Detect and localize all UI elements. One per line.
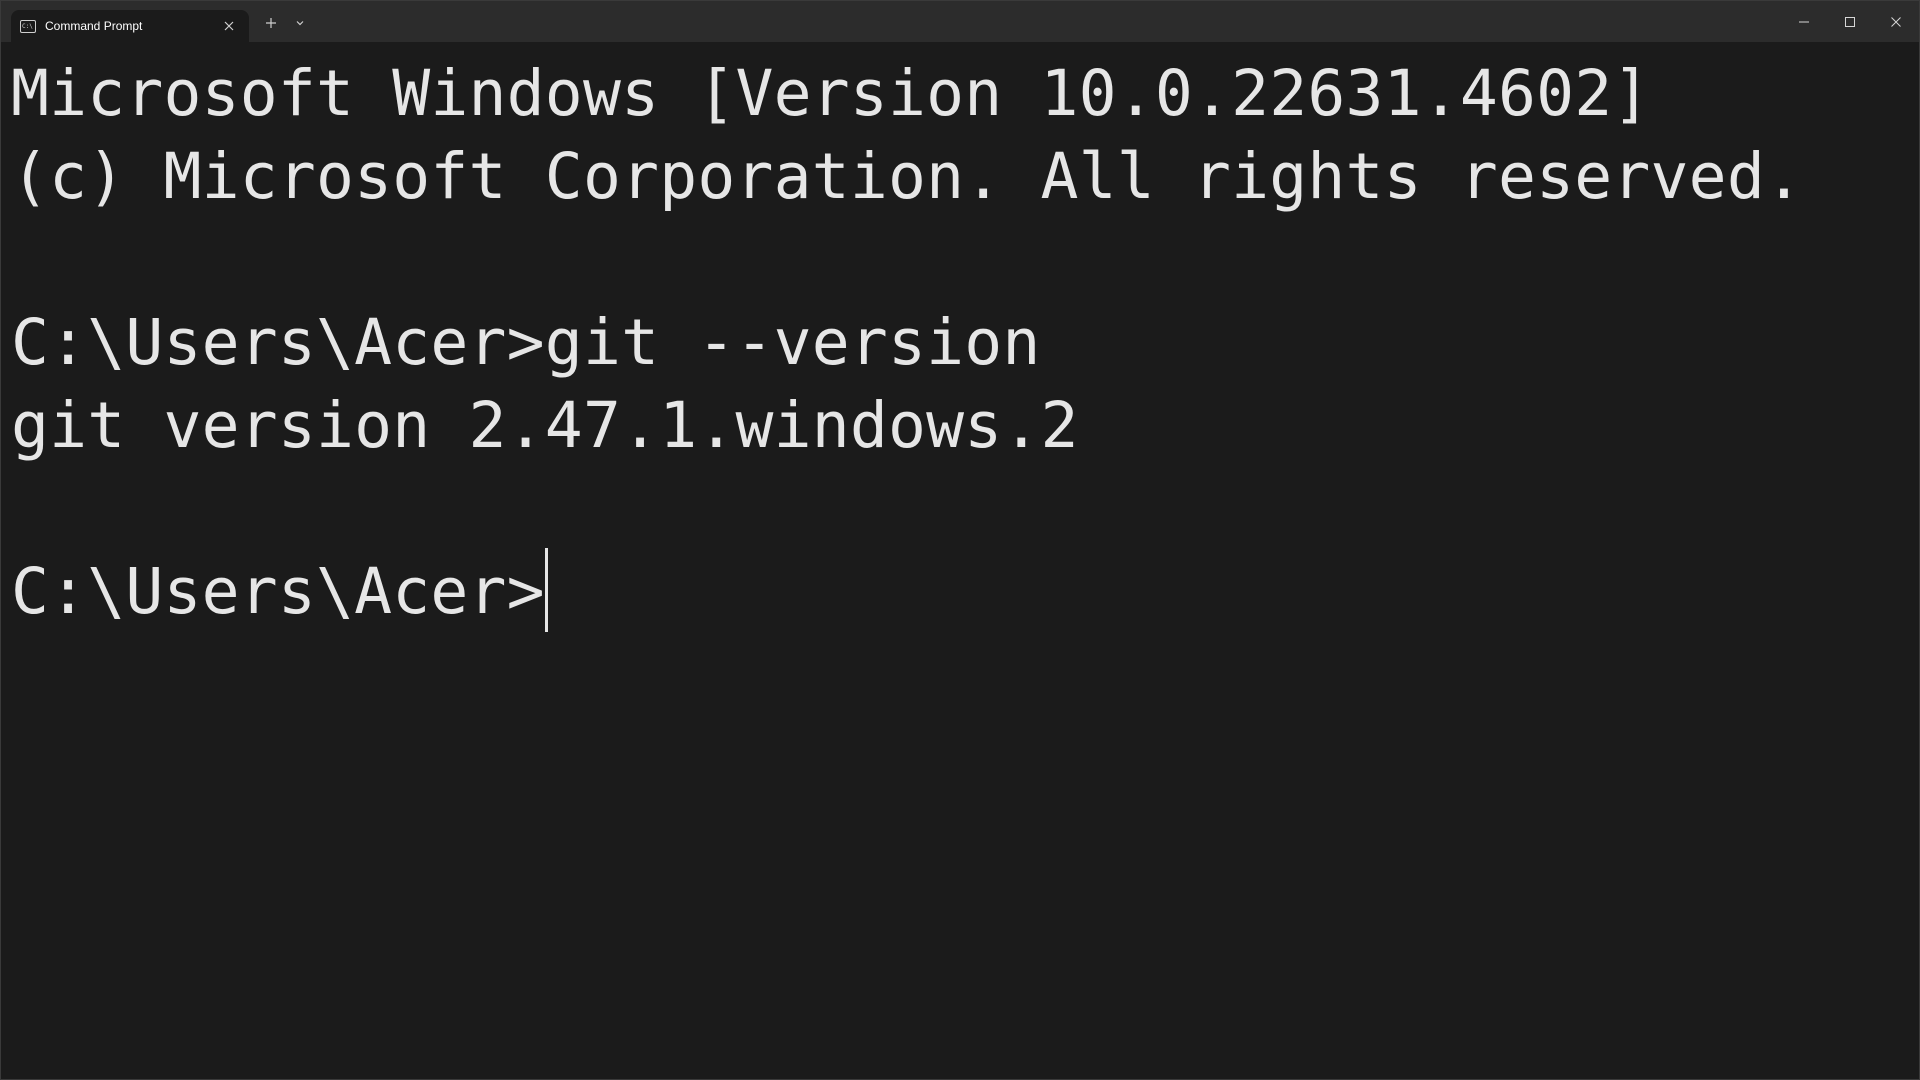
tab-command-prompt[interactable]: C:\ Command Prompt: [11, 10, 249, 42]
close-icon[interactable]: [1873, 1, 1919, 42]
window-controls: [1781, 1, 1919, 42]
chevron-down-icon[interactable]: [293, 16, 307, 30]
svg-text:C:\: C:\: [22, 23, 33, 30]
command-prompt-icon: C:\: [20, 19, 36, 33]
title-bar[interactable]: C:\ Command Prompt: [1, 1, 1919, 42]
text-cursor: [544, 548, 548, 632]
prompt-text: C:\Users\Acer>: [11, 555, 545, 628]
terminal-output[interactable]: Microsoft Windows [Version 10.0.22631.46…: [1, 42, 1919, 1079]
terminal-line: git version 2.47.1.windows.2: [11, 389, 1079, 462]
close-icon[interactable]: [221, 18, 237, 34]
maximize-icon[interactable]: [1827, 1, 1873, 42]
terminal-line: (c) Microsoft Corporation. All rights re…: [11, 140, 1804, 213]
tab-title: Command Prompt: [45, 19, 143, 33]
terminal-line: Microsoft Windows [Version 10.0.22631.46…: [11, 57, 1651, 130]
terminal-window: C:\ Command Prompt Microsoft Windows [Ve…: [0, 0, 1920, 1080]
terminal-line: C:\Users\Acer>git --version: [11, 306, 1041, 379]
minimize-icon[interactable]: [1781, 1, 1827, 42]
terminal-prompt-line[interactable]: C:\Users\Acer>: [11, 548, 1919, 633]
plus-icon[interactable]: [263, 15, 279, 31]
